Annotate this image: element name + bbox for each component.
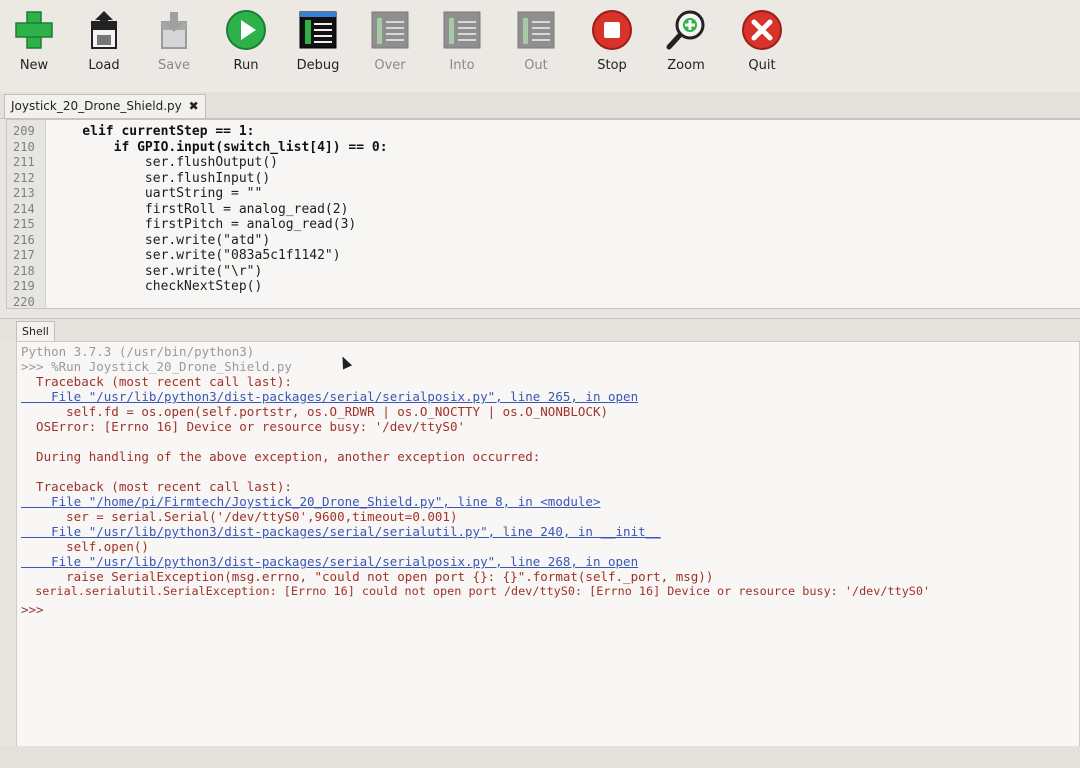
step-out-icon xyxy=(517,11,555,49)
line-number-gutter: 209 210 211 212 213 214 215 216 217 218 … xyxy=(7,120,46,308)
run-label: Run xyxy=(233,58,259,73)
code-line: uartString = "" xyxy=(51,186,263,201)
save-label: Save xyxy=(158,58,190,73)
code-line: if GPIO.input(switch_list[4]) == 0: xyxy=(51,139,388,155)
code-line: firstRoll = analog_read(2) xyxy=(51,201,349,217)
shell-output[interactable]: Python 3.7.3 (/usr/bin/python3) >>> %Run… xyxy=(16,341,1080,748)
editor-tabbar: Joystick_20_Drone_Shield.py ✖ xyxy=(0,92,1080,119)
line-number: 217 xyxy=(13,248,35,262)
quit-label: Quit xyxy=(748,58,776,73)
debug-icon xyxy=(299,11,337,49)
shell-tabbar: Shell xyxy=(0,318,1080,342)
code-line: checkNextStep() xyxy=(51,279,263,294)
shell-line: >>> %Run Joystick_20_Drone_Shield.py xyxy=(21,359,292,374)
code-line: ser.write("atd") xyxy=(51,232,271,248)
line-number: 219 xyxy=(13,279,35,293)
code-line: firstPitch = analog_read(3) xyxy=(51,217,357,232)
shell-line: serial.serialutil.SerialException: [Errn… xyxy=(21,584,931,598)
code-line: ser.flushOutput() xyxy=(51,155,278,170)
shell-line: Python 3.7.3 (/usr/bin/python3) xyxy=(21,344,255,359)
step-into-icon xyxy=(443,11,481,49)
load-button[interactable]: Load xyxy=(72,8,136,86)
save-button[interactable]: Save xyxy=(142,8,206,86)
shell-prompt[interactable]: >>> xyxy=(21,602,44,617)
shell-line: OSError: [Errno 16] Device or resource b… xyxy=(21,419,466,434)
new-label: New xyxy=(19,58,49,73)
shell-line: self.open() xyxy=(21,539,149,554)
quit-icon xyxy=(742,10,782,50)
over-label: Over xyxy=(374,58,406,73)
debug-button[interactable]: Debug xyxy=(286,8,350,86)
run-button[interactable]: Run xyxy=(214,8,278,86)
open-file-icon xyxy=(91,11,117,49)
shell-line: raise SerialException(msg.errno, "could … xyxy=(21,569,714,584)
status-strip xyxy=(0,746,1080,768)
code-editor[interactable]: 209 210 211 212 213 214 215 216 217 218 … xyxy=(6,119,1080,309)
step-over-icon xyxy=(371,11,409,49)
debug-label: Debug xyxy=(296,58,340,73)
line-number: 209 xyxy=(13,124,35,138)
code-line: elif currentStep == 1: xyxy=(51,124,255,139)
code-line: ser.write("\r") xyxy=(51,263,263,279)
shell-line: Traceback (most recent call last): xyxy=(21,479,292,494)
over-button[interactable]: Over xyxy=(358,8,422,86)
shell-line: self.fd = os.open(self.portstr, os.O_RDW… xyxy=(21,404,608,419)
code-line: ser.flushInput() xyxy=(51,170,271,186)
out-label: Out xyxy=(524,58,548,73)
line-number: 211 xyxy=(13,155,35,169)
zoom-label: Zoom xyxy=(667,58,705,73)
shell-tab[interactable]: Shell xyxy=(16,321,55,342)
save-icon xyxy=(161,12,187,49)
zoom-button[interactable]: Zoom xyxy=(654,8,718,86)
stop-button[interactable]: Stop xyxy=(580,8,644,86)
stop-label: Stop xyxy=(597,58,627,73)
shell-line: ser = serial.Serial('/dev/ttyS0',9600,ti… xyxy=(21,509,458,524)
shell-line: Traceback (most recent call last): xyxy=(21,374,292,389)
line-number: 210 xyxy=(13,139,35,154)
line-number: 212 xyxy=(13,170,35,185)
line-number: 220 xyxy=(13,294,35,309)
close-icon[interactable]: ✖ xyxy=(189,99,199,113)
line-number: 215 xyxy=(13,217,35,231)
zoom-icon xyxy=(666,10,705,50)
plus-icon xyxy=(15,11,53,49)
out-button[interactable]: Out xyxy=(504,8,568,86)
traceback-file-link[interactable]: File "/home/pi/Firmtech/Joystick_20_Dron… xyxy=(21,494,600,509)
traceback-file-link[interactable]: File "/usr/lib/python3/dist-packages/ser… xyxy=(21,389,638,404)
shell-line: During handling of the above exception, … xyxy=(21,449,541,464)
traceback-file-link[interactable]: File "/usr/lib/python3/dist-packages/ser… xyxy=(21,554,638,569)
editor-tab[interactable]: Joystick_20_Drone_Shield.py ✖ xyxy=(4,94,206,118)
stop-icon xyxy=(592,10,632,50)
editor-tab-title: Joystick_20_Drone_Shield.py xyxy=(11,99,182,113)
line-number: 218 xyxy=(13,263,35,278)
code-line: ser.write("083a5c1f1142") xyxy=(51,248,341,263)
into-button[interactable]: Into xyxy=(430,8,494,86)
play-icon xyxy=(226,10,266,50)
traceback-file-link[interactable]: File "/usr/lib/python3/dist-packages/ser… xyxy=(21,524,661,539)
line-number: 213 xyxy=(13,186,35,200)
new-button[interactable]: New xyxy=(2,8,66,86)
load-label: Load xyxy=(88,58,120,73)
quit-button[interactable]: Quit xyxy=(730,8,794,86)
line-number: 216 xyxy=(13,232,35,247)
line-number: 214 xyxy=(13,201,35,216)
toolbar: New Load Save Run Debug Over Into Out St… xyxy=(0,0,1080,92)
into-label: Into xyxy=(449,58,475,73)
